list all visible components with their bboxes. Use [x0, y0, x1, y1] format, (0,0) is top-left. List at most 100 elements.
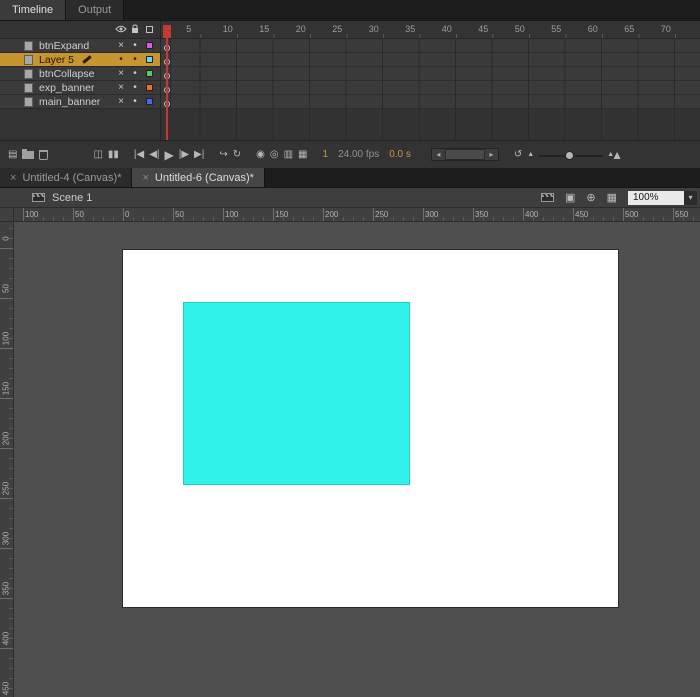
scroll-right-button[interactable]: ▸ — [484, 149, 498, 160]
delete-layer-button[interactable] — [39, 149, 49, 160]
pasteboard — [14, 222, 700, 697]
new-folder-button[interactable] — [22, 148, 35, 159]
zoom-dropdown-button[interactable]: ▾ — [684, 190, 697, 205]
h-ruler-label: 300 — [425, 210, 439, 219]
layer-outline-color-button[interactable] — [142, 81, 156, 94]
layer-row-layer-5[interactable]: Layer 5 • • — [0, 53, 160, 67]
vertical-ruler: 0 50 100 150 200 250 300 350 400 450 — [0, 222, 14, 697]
layer-frames-row[interactable] — [161, 67, 700, 81]
h-ruler-label: 0 — [125, 210, 130, 219]
layer-frames-row[interactable] — [161, 39, 700, 53]
layer-lock-toggle[interactable]: • — [128, 95, 142, 108]
stage-canvas[interactable] — [123, 250, 618, 607]
layer-row-btnexpand[interactable]: btnExpand × • — [0, 39, 160, 53]
reset-timeline-zoom-button[interactable]: ↺ — [514, 142, 522, 168]
zoom-level-select[interactable]: 100% — [628, 190, 684, 205]
layer-visibility-toggle[interactable]: × — [114, 67, 128, 80]
grid-snap-button[interactable]: ▦ — [607, 191, 617, 204]
layer-lock-toggle[interactable]: • — [128, 39, 142, 52]
edit-symbols-button[interactable]: ▣ — [565, 191, 575, 204]
go-to-last-frame-button[interactable]: ▶| — [194, 142, 204, 168]
zoom-out-frames-icon[interactable]: ▲ — [527, 142, 534, 168]
close-tab-icon[interactable]: × — [10, 172, 16, 184]
v-ruler-label: 0 — [1, 236, 11, 241]
timeline-zoom-slider[interactable] — [539, 142, 604, 168]
layer-outline-color-button[interactable] — [142, 39, 156, 52]
layer-outline-color-button[interactable] — [142, 95, 156, 108]
close-tab-icon[interactable]: × — [142, 172, 148, 184]
edit-multiple-frames-button[interactable]: ▥ — [284, 142, 293, 168]
h-ruler-label: 350 — [475, 210, 489, 219]
layer-frames-row[interactable] — [161, 95, 700, 109]
v-ruler-label: 150 — [1, 381, 11, 396]
layer-name: main_banner — [39, 95, 101, 108]
scrollbar-thumb[interactable] — [445, 150, 484, 159]
edit-bar: Scene 1 ▣ ⊕ ▦ 100% ▾ — [0, 188, 700, 208]
loop-playback-button[interactable]: ↪ — [219, 142, 227, 168]
edit-bar-controls: ▣ ⊕ ▦ 100% ▾ — [540, 190, 700, 205]
current-frame-field[interactable]: 1 — [323, 149, 329, 160]
v-ruler-label: 300 — [1, 531, 11, 546]
layer-page-icon — [24, 68, 33, 79]
layer-visibility-toggle[interactable]: × — [114, 39, 128, 52]
layer-lock-toggle[interactable]: • — [128, 81, 142, 94]
step-forward-button[interactable]: |▶ — [179, 142, 189, 168]
panel-tab-timeline[interactable]: Timeline — [0, 0, 67, 20]
layer-row-btncollapse[interactable]: btnCollapse × • — [0, 67, 160, 81]
play-button[interactable]: ▶ — [165, 142, 174, 168]
doc-tab-1[interactable]: × Untitled-4 (Canvas)* — [0, 168, 133, 187]
layer-name: exp_banner — [39, 81, 95, 94]
layer-row-main_banner[interactable]: main_banner × • — [0, 95, 160, 109]
frame-ruler[interactable]: 1510152025303540455055606570 — [161, 21, 700, 39]
eye-icon — [115, 26, 127, 33]
lock-all-button[interactable] — [128, 23, 142, 36]
doc-tab-2[interactable]: × Untitled-6 (Canvas)* — [132, 168, 265, 187]
step-back-button[interactable]: ◀| — [149, 142, 159, 168]
onion-skin-button[interactable]: ◉ — [256, 142, 265, 168]
layer-outline-color-button[interactable] — [142, 53, 156, 66]
pause-button[interactable]: ▮▮ — [108, 142, 119, 168]
layer-visibility-toggle[interactable]: × — [114, 81, 128, 94]
slider-thumb[interactable] — [565, 150, 575, 160]
mountain-large-icon: ▲ — [611, 147, 624, 162]
drawn-rectangle[interactable] — [183, 302, 410, 485]
onion-skin-outlines-button[interactable]: ◎ — [270, 142, 279, 168]
layer-visibility-toggle[interactable]: × — [114, 95, 128, 108]
v-ruler-label: 250 — [1, 481, 11, 496]
layer-row-exp_banner[interactable]: exp_banner × • — [0, 81, 160, 95]
layer-color-swatch — [145, 83, 153, 91]
zoom-in-frames-icon[interactable]: ▲ ▲ — [607, 142, 623, 168]
repeat-button[interactable]: ↻ — [233, 142, 241, 168]
layer-lock-toggle[interactable]: • — [128, 53, 142, 66]
center-stage-button[interactable]: ⊕ — [586, 191, 595, 204]
frame-number-label: 40 — [441, 24, 452, 34]
frame-rate-field[interactable]: 24.00 fps — [338, 149, 379, 160]
v-ruler-label: 200 — [1, 431, 11, 446]
go-to-first-frame-button[interactable]: |◀ — [134, 142, 144, 168]
modify-markers-button[interactable]: ▦ — [298, 142, 307, 168]
layer-frames-row[interactable] — [161, 81, 700, 95]
playhead[interactable] — [163, 25, 171, 38]
layer-name: btnCollapse — [39, 67, 95, 80]
trash-icon — [39, 149, 49, 160]
center-frame-button[interactable]: ◫ — [93, 142, 102, 168]
panel-tab-bar: Timeline Output — [0, 0, 700, 21]
new-layer-button[interactable]: ▤ — [8, 142, 17, 168]
layer-visibility-toggle[interactable]: • — [114, 53, 128, 66]
h-ruler-label: 150 — [275, 210, 289, 219]
frame-number-label: 45 — [478, 24, 489, 34]
layer-lock-toggle[interactable]: • — [128, 67, 142, 80]
h-ruler-label: 100 — [25, 210, 39, 219]
edit-scene-button[interactable] — [540, 193, 554, 202]
show-hide-all-button[interactable] — [114, 23, 128, 36]
scroll-left-button[interactable]: ◂ — [431, 149, 445, 160]
layer-outline-color-button[interactable] — [142, 67, 156, 80]
elapsed-time-field[interactable]: 0.0 s — [389, 149, 411, 160]
h-ruler-label: 50 — [175, 210, 184, 219]
panel-tab-output[interactable]: Output — [66, 0, 125, 20]
layer-frames-row[interactable] — [161, 53, 700, 67]
horizontal-ruler: 100 50 0 50 100 150 200 250 300 350 400 450 500 550 — [14, 208, 700, 222]
timeline-scrollbar[interactable]: ◂ ▸ — [430, 148, 499, 161]
outline-all-button[interactable] — [142, 23, 156, 36]
h-ruler-label: 200 — [325, 210, 339, 219]
